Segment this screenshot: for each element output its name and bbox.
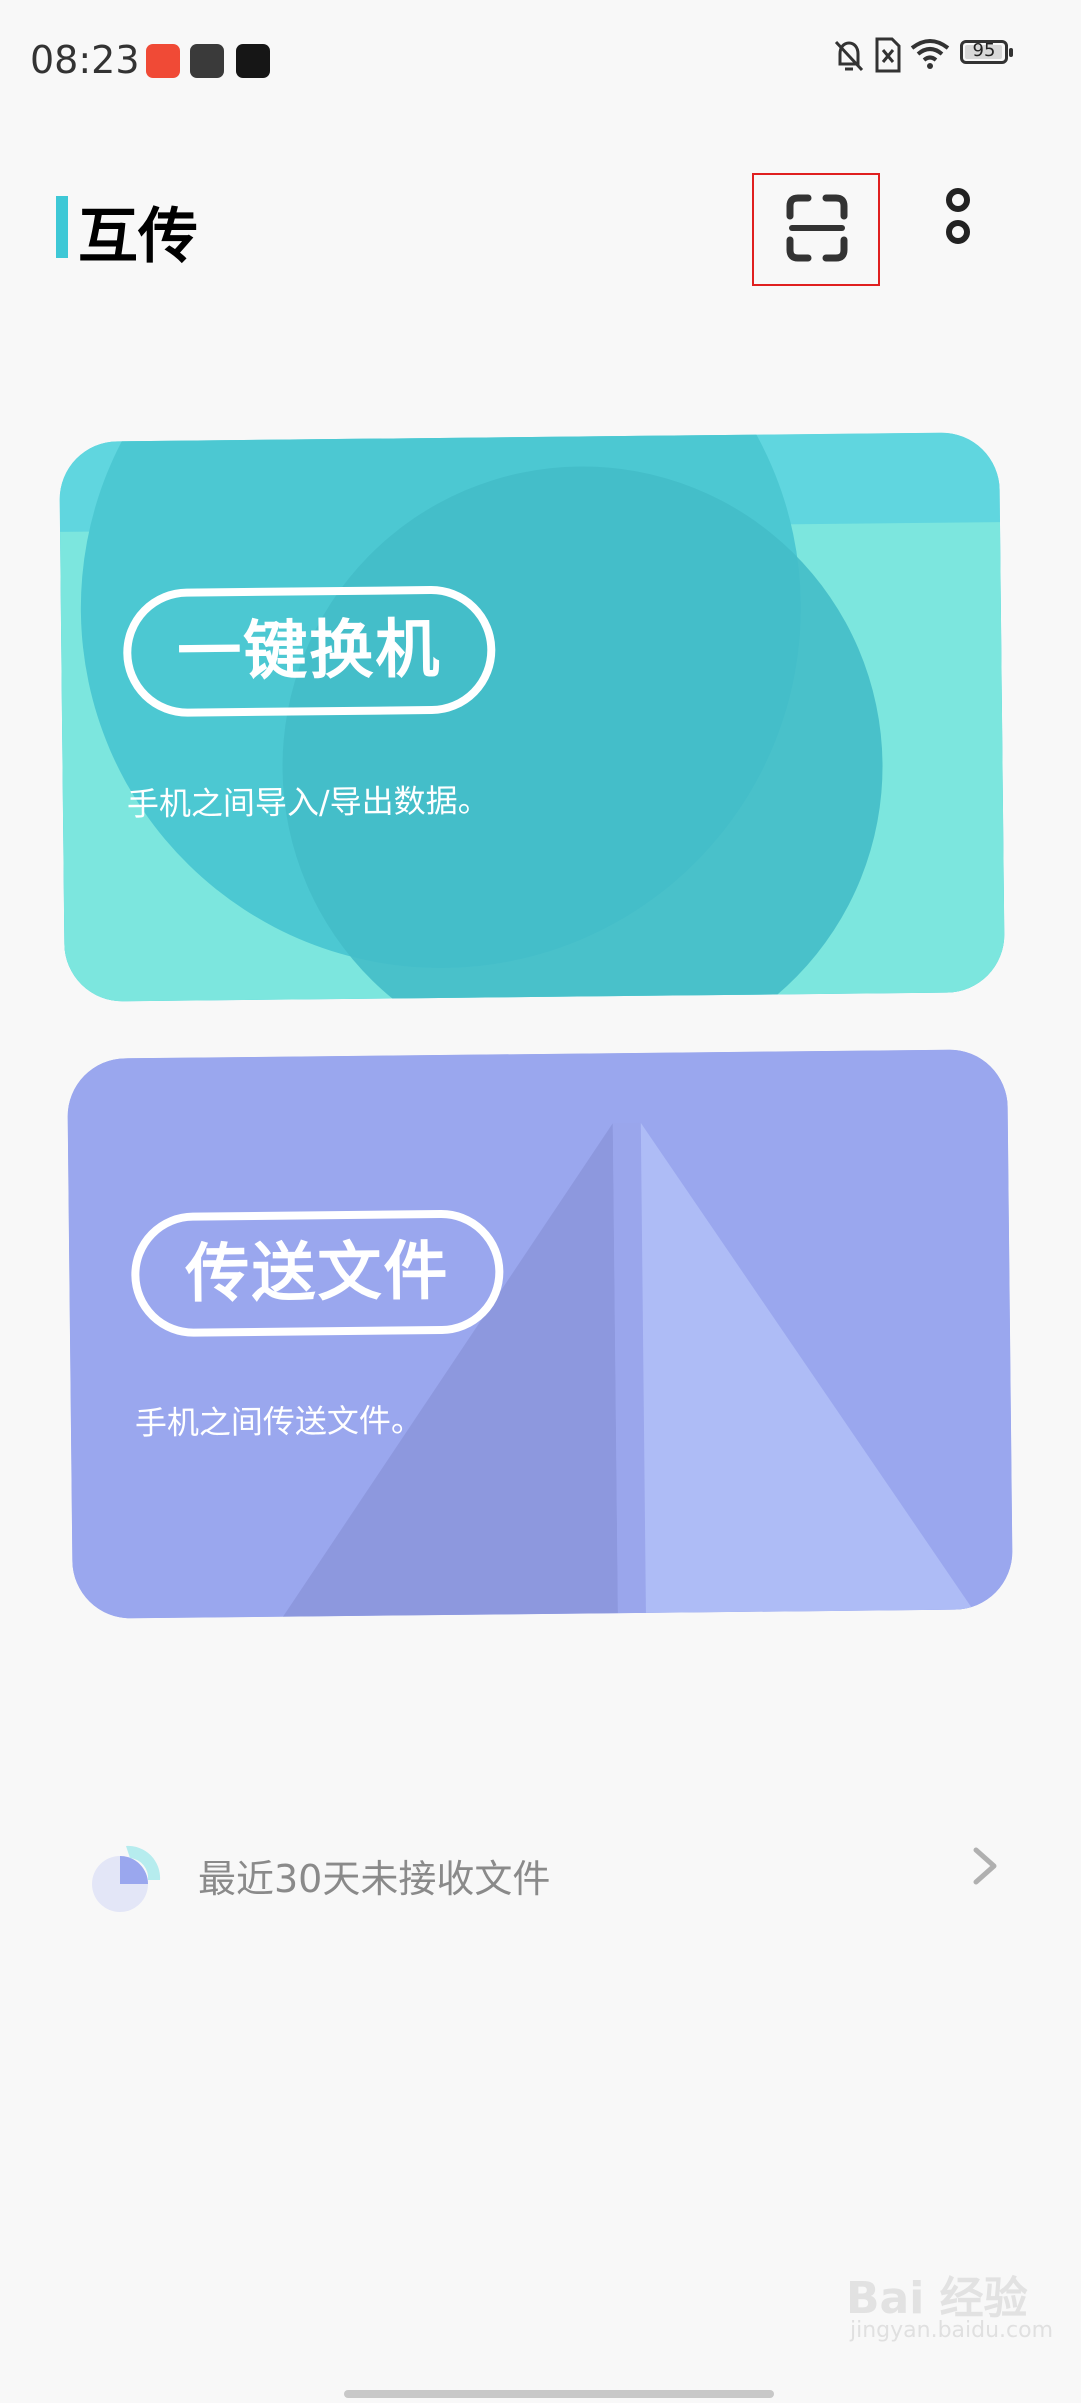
send-files-card[interactable]: 传送文件 手机之间传送文件。 bbox=[67, 1049, 1013, 1619]
no-sim-icon bbox=[875, 37, 901, 73]
history-ring-icon bbox=[92, 1845, 161, 1912]
bag-icon bbox=[190, 44, 224, 78]
chevron-right-icon bbox=[973, 1847, 997, 1885]
send-files-label: 传送文件 bbox=[130, 1209, 504, 1338]
tiktok-icon bbox=[236, 44, 270, 78]
recent-files-text: 最近30天未接收文件 bbox=[198, 1857, 551, 1901]
send-files-description: 手机之间传送文件。 bbox=[134, 1401, 424, 1443]
page-title: 互传 bbox=[78, 202, 198, 272]
weibo-icon bbox=[146, 44, 180, 78]
watermark-url: jingyan.baidu.com bbox=[850, 2318, 1054, 2343]
title-accent-bar bbox=[56, 196, 68, 258]
phone-clone-card[interactable]: 一键换机 手机之间导入/导出数据。 bbox=[59, 432, 1005, 1002]
bell-off-icon bbox=[834, 40, 864, 72]
home-indicator[interactable] bbox=[344, 2390, 774, 2398]
card-background-shapes bbox=[59, 432, 1005, 1002]
more-icon bbox=[946, 188, 970, 244]
scan-button[interactable] bbox=[752, 173, 880, 286]
watermark-brand: Bai 经验 bbox=[846, 2273, 1028, 2324]
status-time: 08:23 bbox=[30, 38, 140, 82]
phone-clone-description: 手机之间导入/导出数据。 bbox=[126, 781, 490, 824]
recent-files-row[interactable]: 最近30天未接收文件 bbox=[90, 1830, 1000, 1920]
status-bar: 08:23 95 bbox=[0, 0, 1081, 120]
wifi-icon bbox=[910, 39, 950, 69]
battery-level: 95 bbox=[972, 40, 996, 61]
more-button[interactable] bbox=[930, 180, 986, 260]
scan-icon bbox=[786, 194, 848, 262]
battery-icon: 95 bbox=[960, 40, 1013, 64]
phone-clone-label: 一键换机 bbox=[122, 585, 496, 718]
